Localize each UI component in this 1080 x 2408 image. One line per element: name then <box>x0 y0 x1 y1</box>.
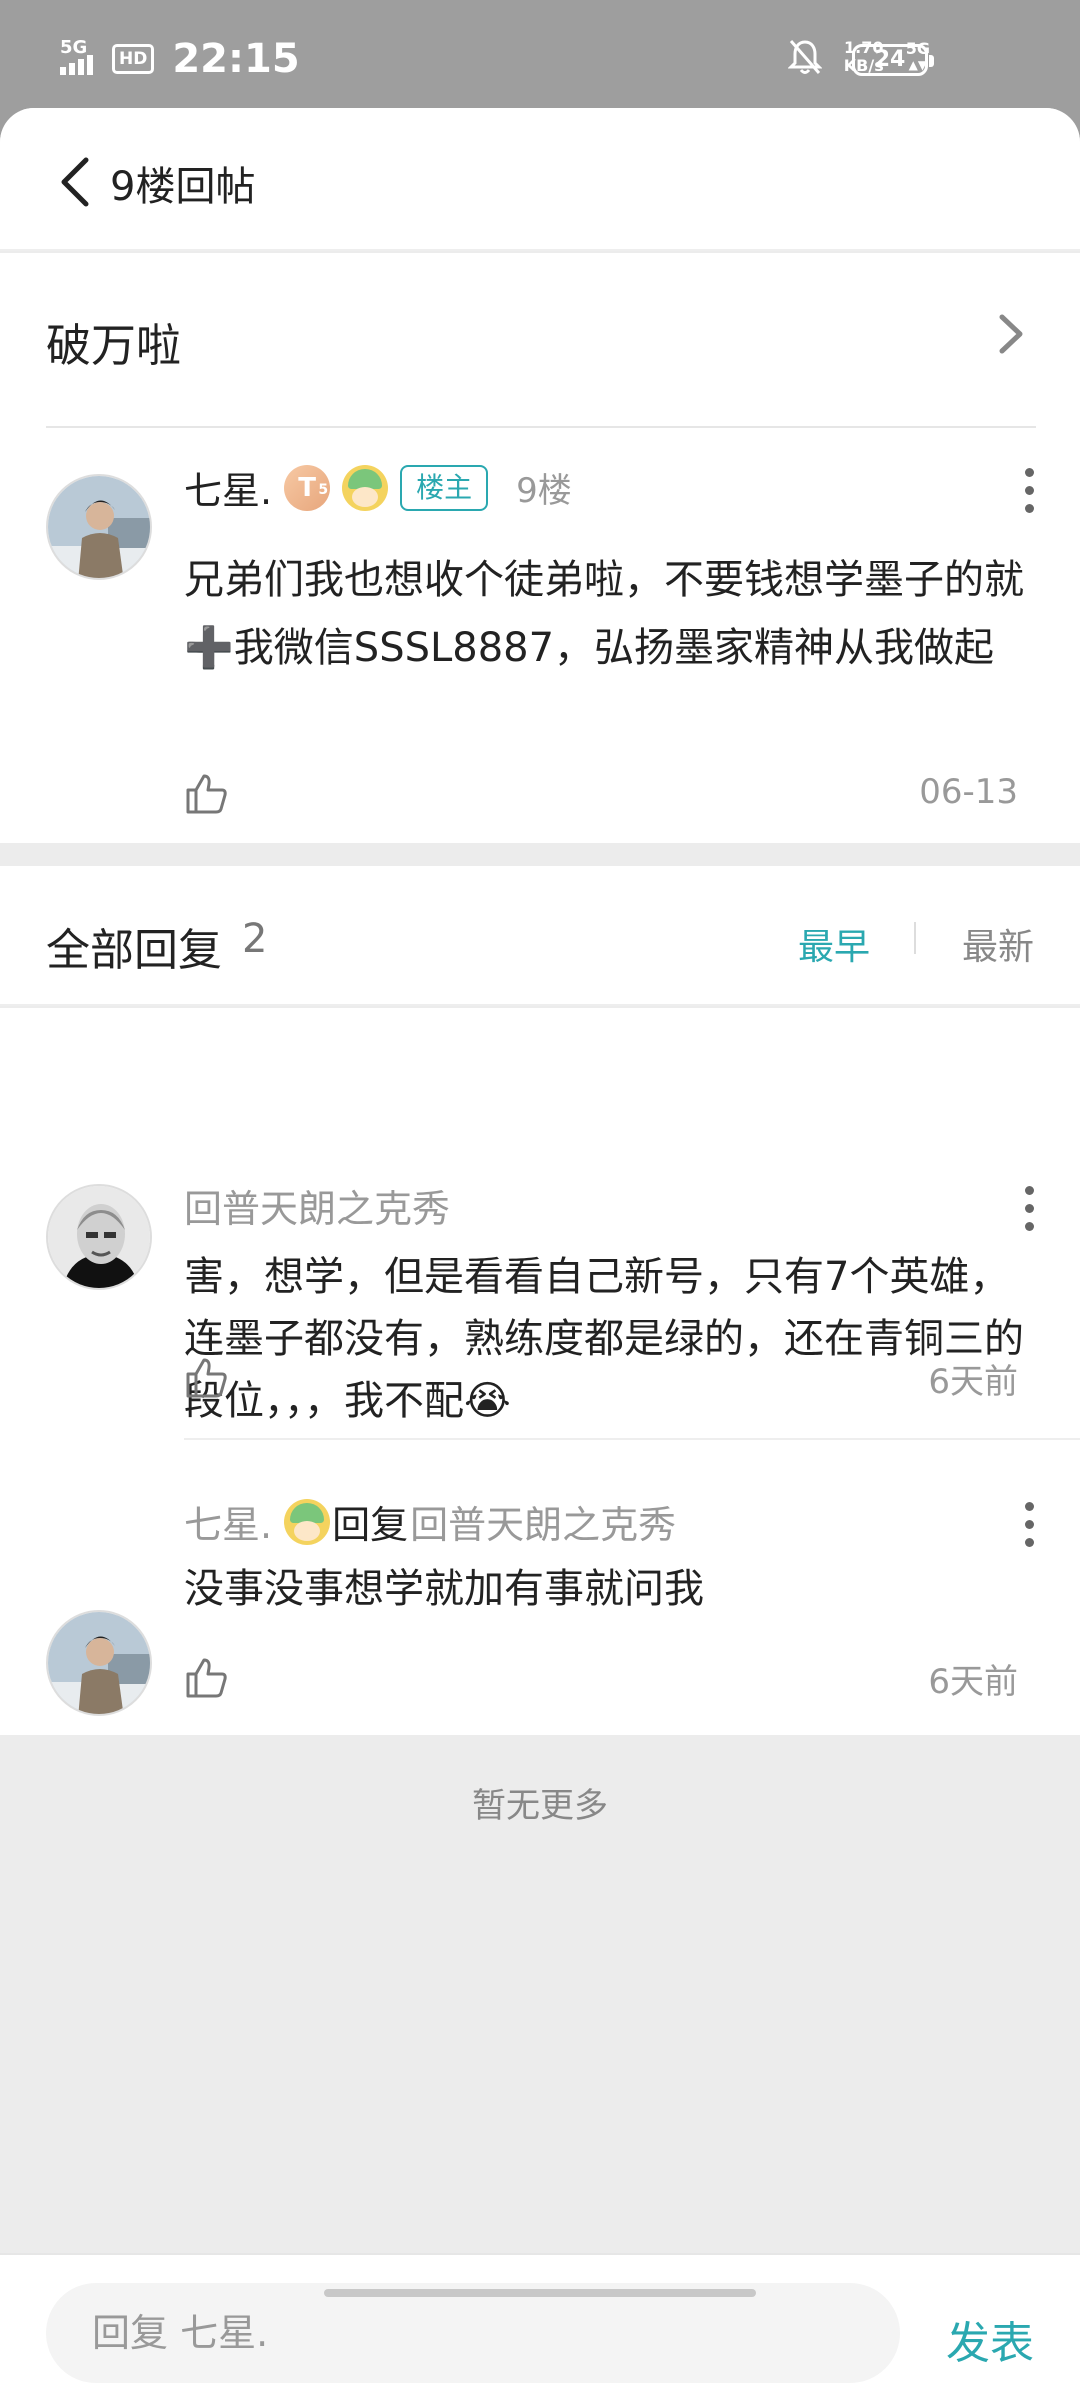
reply-author-row: 七星. 回复 回普天朗之克秀 <box>184 1494 676 1549</box>
thumbs-up-icon[interactable] <box>184 1656 228 1700</box>
reply-content: 害，想学，但是看看自己新号，只有7个英雄，连墨子都没有，熟练度都是绿的，还在青铜… <box>184 1254 1024 1424</box>
publish-button[interactable]: 发表 <box>946 2307 1034 2371</box>
post-username[interactable]: 七星. <box>184 460 272 515</box>
reply-sheet: 9楼回帖 破万啦 七星. T5 楼主 9楼 兄弟们我也想收个徒弟啦，不要钱想学墨… <box>0 108 1080 2408</box>
character-badge-icon <box>284 1498 331 1545</box>
reply-content: 没事没事想学就加有事就问我 <box>184 1566 704 1612</box>
sort-latest-button[interactable]: 最新 <box>962 918 1034 970</box>
avatar[interactable] <box>46 1184 152 1290</box>
page-title: 9楼回帖 <box>110 164 256 210</box>
avatar[interactable] <box>46 474 152 580</box>
more-options-icon[interactable] <box>1022 468 1036 518</box>
reply-word: 回复 <box>332 1503 409 1547</box>
signal-icon: 5G <box>58 37 102 81</box>
top-header: 9楼回帖 <box>0 108 1080 251</box>
battery-icon: 24 <box>852 44 934 76</box>
bottom-reply-bar: 发表 <box>0 2253 1080 2408</box>
reply-time: 6天前 <box>928 1362 1018 1402</box>
original-post: 七星. T5 楼主 9楼 兄弟们我也想收个徒弟啦，不要钱想学墨子的就➕我微信SS… <box>0 428 1080 843</box>
post-date: 06-13 <box>919 772 1018 812</box>
clock: 22:15 <box>172 36 300 82</box>
reply-username[interactable]: 七星. <box>184 1494 272 1549</box>
owner-tag: 楼主 <box>400 464 489 511</box>
reply-username[interactable]: 回普天朗之克秀 <box>184 1178 450 1233</box>
post-content: 兄弟们我也想收个徒弟啦，不要钱想学墨子的就➕我微信SSSL8887，弘扬墨家精神… <box>184 557 1024 671</box>
status-left: 5G HD 22:15 <box>58 36 300 82</box>
post-author-row: 七星. T5 楼主 9楼 <box>184 460 572 515</box>
no-more-text: 暂无更多 <box>472 1786 608 1826</box>
chevron-left-icon[interactable] <box>56 154 96 210</box>
all-replies-title: 全部回复 <box>46 925 222 976</box>
home-indicator[interactable] <box>324 2289 756 2297</box>
thread-link[interactable]: 破万啦 <box>0 253 1080 428</box>
sort-divider <box>914 922 916 954</box>
chevron-right-icon <box>999 314 1023 354</box>
status-bar: 5G HD 22:15 1.70 KB/s 5G ▲▼ 24 <box>0 0 1080 120</box>
mute-bell-icon <box>787 40 822 74</box>
divider <box>184 1438 1080 1440</box>
sort-earliest-button[interactable]: 最早 <box>798 918 870 970</box>
thumbs-up-icon[interactable] <box>184 1356 228 1400</box>
character-badge-icon <box>342 464 389 511</box>
more-options-icon[interactable] <box>1022 1186 1036 1236</box>
level-badge-icon: T5 <box>284 464 331 511</box>
reply-author-row: 回普天朗之克秀 <box>184 1178 450 1233</box>
replies-header: 全部回复 2 最早 最新 <box>0 866 1080 1006</box>
reply-time: 6天前 <box>928 1662 1018 1702</box>
floor-number: 9楼 <box>516 471 572 511</box>
reply-count: 2 <box>242 916 268 962</box>
reply-item: 回普天朗之克秀 害，想学，但是看看自己新号，只有7个英雄，连墨子都没有，熟练度都… <box>0 1008 1080 1438</box>
more-options-icon[interactable] <box>1022 1502 1036 1552</box>
hd-icon: HD <box>112 44 155 74</box>
reply-target-username[interactable]: 回普天朗之克秀 <box>410 1494 676 1549</box>
level-letter: T <box>298 472 316 503</box>
level-number: 5 <box>318 481 329 498</box>
thread-title: 破万啦 <box>46 319 182 372</box>
avatar[interactable] <box>46 1610 152 1716</box>
reply-input[interactable] <box>46 2283 900 2383</box>
thumbs-up-icon[interactable] <box>184 772 228 816</box>
